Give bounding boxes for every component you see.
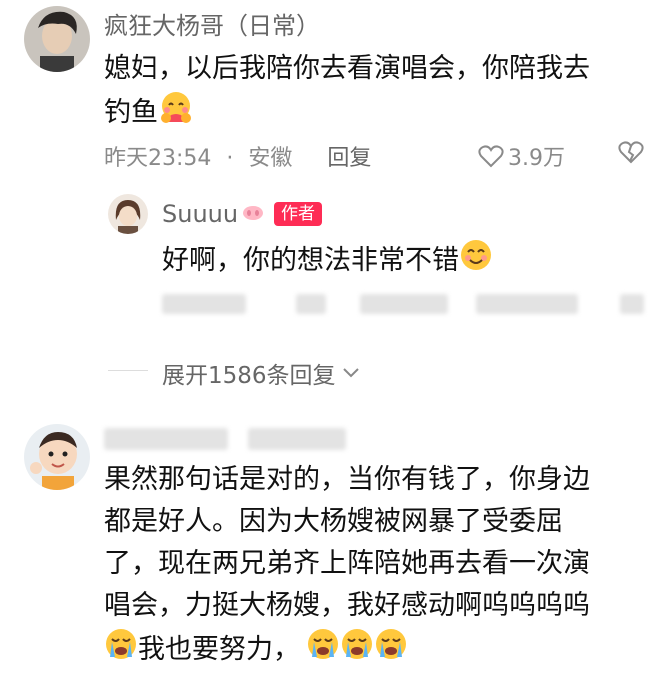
redacted-username — [104, 428, 228, 450]
pig-nose-icon — [241, 200, 265, 228]
location: 安徽 — [248, 146, 293, 171]
heart-icon — [478, 144, 504, 168]
comment-line: 果然那句话是对的，当你有钱了，你身边 — [104, 464, 590, 495]
chevron-down-icon — [342, 364, 360, 383]
redacted-reply-meta — [476, 294, 578, 314]
expand-divider — [108, 370, 148, 371]
avatar[interactable] — [24, 6, 90, 72]
reply-text: 好啊，你的想法非常不错 — [162, 238, 493, 285]
redacted-reply-meta — [296, 294, 326, 314]
like-button[interactable]: 3.9万 — [478, 140, 565, 172]
loudly-crying-face-emoji — [340, 627, 374, 674]
comment-line: 唱会，力挺大杨嫂，我好感动啊呜呜呜呜 — [104, 590, 590, 621]
comment-line: 媳妇，以后我陪你去看演唱会，你陪我去 — [104, 53, 590, 84]
reply-text-content: 好啊，你的想法非常不错 — [162, 245, 459, 276]
username[interactable]: 疯狂大杨哥（日常） — [104, 6, 320, 41]
avatar[interactable] — [108, 194, 148, 234]
redacted-username — [248, 428, 346, 450]
separator: · — [226, 146, 234, 171]
comment-meta: 昨天23:54 · 安徽 回复 — [104, 140, 371, 172]
loudly-crying-face-emoji — [374, 627, 408, 674]
loudly-crying-face-emoji — [104, 627, 138, 674]
redacted-reply-meta — [620, 294, 644, 314]
expand-replies-button[interactable]: 展开1586条回复 — [162, 356, 360, 390]
expand-replies-label: 展开1586条回复 — [162, 363, 336, 389]
comment-line-text: 钓鱼 — [104, 97, 158, 128]
timestamp: 昨天23:54 — [104, 146, 212, 171]
reply-username[interactable]: Suuuu — [162, 200, 265, 228]
smiling-face-emoji — [459, 238, 493, 285]
redacted-reply-meta — [360, 294, 448, 314]
hugging-face-emoji — [158, 90, 194, 137]
comment-text: 果然那句话是对的，当你有钱了，你身边 都是好人。因为大杨嫂被网暴了受委屈 了，现… — [104, 459, 590, 674]
comment-line-with-emoji: 钓鱼 — [104, 90, 590, 137]
redacted-reply-meta — [162, 294, 246, 314]
dislike-heart-icon[interactable] — [618, 140, 644, 164]
reply-username-text: Suuuu — [162, 200, 239, 228]
comment-line: 都是好人。因为大杨嫂被网暴了受委屈 — [104, 506, 563, 537]
like-count: 3.9万 — [508, 146, 565, 171]
comment-line-text: 我也要努力， — [138, 634, 300, 665]
comment-line: 了，现在两兄弟齐上阵陪她再去看一次演 — [104, 548, 590, 579]
reply-button[interactable]: 回复 — [327, 146, 371, 171]
avatar[interactable] — [24, 424, 90, 490]
author-badge: 作者 — [274, 202, 322, 226]
loudly-crying-face-emoji — [306, 627, 340, 674]
comment-text: 媳妇，以后我陪你去看演唱会，你陪我去 钓鱼 — [104, 48, 590, 137]
comment-line-with-emoji: 我也要努力， — [104, 627, 590, 674]
